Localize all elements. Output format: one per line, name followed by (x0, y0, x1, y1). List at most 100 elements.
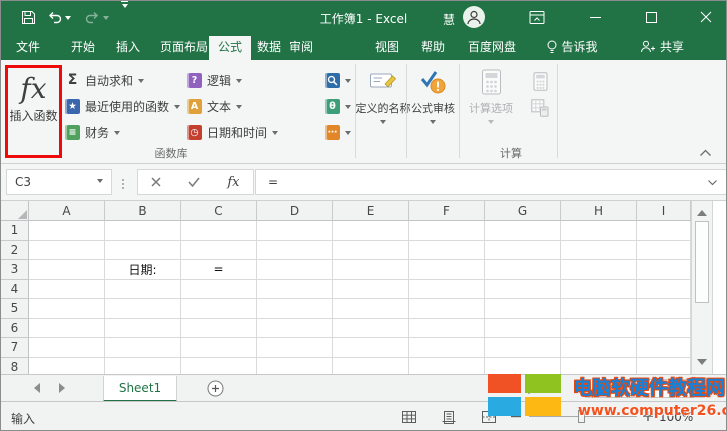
previous-sheet-icon[interactable] (29, 383, 40, 393)
cell-G8[interactable] (485, 358, 561, 375)
cell-B8[interactable] (105, 358, 181, 375)
normal-view-button[interactable] (402, 411, 416, 423)
cell-A3[interactable] (29, 260, 105, 280)
cell-I3[interactable] (637, 260, 691, 280)
cell-B1[interactable] (105, 221, 181, 241)
cell-H4[interactable] (561, 280, 637, 300)
cell-E2[interactable] (333, 241, 409, 261)
sheet-tab-sheet1[interactable]: Sheet1 (103, 376, 177, 402)
cell-C3[interactable]: = (181, 260, 257, 280)
row-header-8[interactable]: 8 (1, 358, 29, 375)
logical-button[interactable]: ? 逻辑 (187, 69, 242, 91)
cell-B7[interactable] (105, 338, 181, 358)
cell-E3[interactable] (333, 260, 409, 280)
cell-I2[interactable] (637, 241, 691, 261)
column-header-G[interactable]: G (485, 201, 561, 221)
cell-D3[interactable] (257, 260, 333, 280)
math-trig-button[interactable]: θ (325, 95, 351, 117)
cell-H5[interactable] (561, 299, 637, 319)
column-header-A[interactable]: A (29, 201, 105, 221)
cell-A6[interactable] (29, 319, 105, 339)
calculate-now-button[interactable] (525, 69, 555, 93)
cell-A5[interactable] (29, 299, 105, 319)
cell-C5[interactable] (181, 299, 257, 319)
cell-G2[interactable] (485, 241, 561, 261)
cell-C6[interactable] (181, 319, 257, 339)
row-header-7[interactable]: 7 (1, 338, 29, 358)
cell-D8[interactable] (257, 358, 333, 375)
cell-D1[interactable] (257, 221, 333, 241)
user-avatar[interactable] (463, 6, 485, 28)
cell-G3[interactable] (485, 260, 561, 280)
scroll-down-icon[interactable] (697, 359, 707, 370)
cell-H3[interactable] (561, 260, 637, 280)
cell-F8[interactable] (409, 358, 485, 375)
share-button[interactable]: 共享 (640, 33, 684, 60)
tell-me-box[interactable]: 告诉我 (546, 33, 597, 60)
vertical-scrollbar[interactable] (691, 201, 713, 374)
new-sheet-button[interactable] (207, 380, 224, 397)
text-button[interactable]: A 文本 (187, 95, 242, 117)
ribbon-display-options-button[interactable] (529, 1, 545, 33)
autosum-button[interactable]: Σ 自动求和 (65, 69, 144, 91)
cell-G7[interactable] (485, 338, 561, 358)
column-header-B[interactable]: B (105, 201, 181, 221)
cell-A8[interactable] (29, 358, 105, 375)
calculate-sheet-button[interactable] (525, 96, 555, 120)
recently-used-button[interactable]: ★ 最近使用的函数 (65, 95, 180, 117)
next-sheet-icon[interactable] (59, 383, 70, 393)
select-all-corner[interactable] (1, 201, 29, 221)
tab-formulas-active[interactable]: 公式 (218, 33, 242, 60)
tab-data[interactable]: 数据 (257, 33, 281, 60)
cell-A7[interactable] (29, 338, 105, 358)
tab-file[interactable]: 文件 (16, 33, 40, 60)
column-header-E[interactable]: E (333, 201, 409, 221)
cell-C2[interactable] (181, 241, 257, 261)
row-header-1[interactable]: 1 (1, 221, 29, 241)
cell-E4[interactable] (333, 280, 409, 300)
vertical-scroll-thumb[interactable] (695, 221, 709, 303)
cell-H2[interactable] (561, 241, 637, 261)
cell-C4[interactable] (181, 280, 257, 300)
cell-E5[interactable] (333, 299, 409, 319)
tab-baidu-netdisk[interactable]: 百度网盘 (468, 33, 516, 60)
tab-help[interactable]: 帮助 (421, 33, 445, 60)
cell-E6[interactable] (333, 319, 409, 339)
cell-B4[interactable] (105, 280, 181, 300)
cell-B2[interactable] (105, 241, 181, 261)
collapse-ribbon-button[interactable] (698, 148, 713, 157)
cell-C1[interactable] (181, 221, 257, 241)
cell-H6[interactable] (561, 319, 637, 339)
cell-H8[interactable] (561, 358, 637, 375)
cell-I8[interactable] (637, 358, 691, 375)
financial-button[interactable]: ≡ 财务 (65, 121, 120, 143)
cell-F3[interactable] (409, 260, 485, 280)
tab-page-layout[interactable]: 页面布局 (160, 33, 208, 60)
column-header-D[interactable]: D (257, 201, 333, 221)
undo-button[interactable] (47, 1, 71, 33)
expand-formula-bar-icon[interactable] (707, 179, 718, 186)
column-header-H[interactable]: H (561, 201, 637, 221)
tab-view[interactable]: 视图 (375, 33, 399, 60)
cell-E8[interactable] (333, 358, 409, 375)
row-header-2[interactable]: 2 (1, 241, 29, 261)
formula-input[interactable]: = (255, 169, 727, 195)
cell-D7[interactable] (257, 338, 333, 358)
cell-A1[interactable] (29, 221, 105, 241)
enter-check-icon[interactable] (188, 177, 200, 187)
cancel-icon[interactable] (151, 177, 161, 187)
redo-button[interactable] (85, 1, 109, 33)
cell-B3[interactable]: 日期: (105, 260, 181, 280)
cell-G4[interactable] (485, 280, 561, 300)
save-button[interactable] (21, 1, 36, 33)
cell-D2[interactable] (257, 241, 333, 261)
date-time-button[interactable]: ◷ 日期和时间 (187, 121, 278, 143)
cell-G6[interactable] (485, 319, 561, 339)
cell-D6[interactable] (257, 319, 333, 339)
tab-home[interactable]: 开始 (71, 33, 95, 60)
column-header-I[interactable]: I (637, 201, 691, 221)
cell-F6[interactable] (409, 319, 485, 339)
cell-I5[interactable] (637, 299, 691, 319)
cell-A4[interactable] (29, 280, 105, 300)
cell-A2[interactable] (29, 241, 105, 261)
